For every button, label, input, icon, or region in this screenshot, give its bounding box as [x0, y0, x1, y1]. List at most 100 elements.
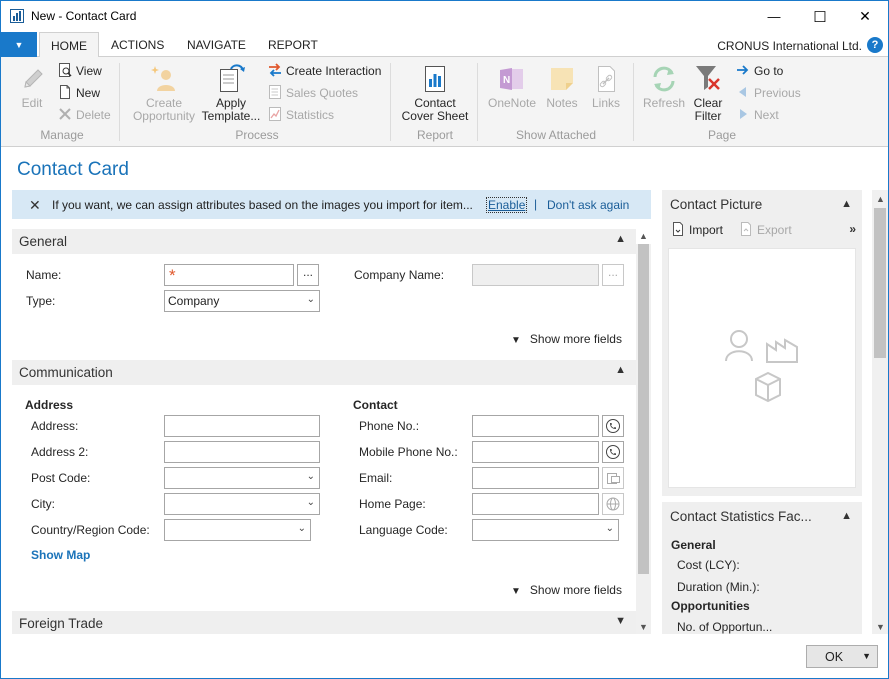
edit-button[interactable]: Edit [11, 63, 53, 110]
ellipsis-icon: ... [302, 265, 313, 279]
tab-navigate[interactable]: NAVIGATE [176, 32, 257, 57]
language-code-select[interactable]: ⌄ [472, 519, 619, 541]
scroll-down-icon[interactable]: ▼ [876, 622, 885, 632]
maximize-button[interactable]: ☐ [797, 1, 843, 32]
next-button[interactable]: Next [735, 106, 779, 124]
onenote-label: OneNote [487, 96, 537, 110]
minimize-button[interactable]: — [751, 1, 797, 32]
globe-icon [606, 497, 620, 511]
tab-actions[interactable]: ACTIONS [100, 32, 175, 57]
show-map-link[interactable]: Show Map [31, 548, 90, 562]
home-page-field[interactable] [472, 493, 599, 515]
contact-cover-sheet-button[interactable]: Contact Cover Sheet [399, 63, 471, 123]
section-header-communication[interactable]: Communication ▲ [12, 360, 636, 385]
delete-label: Delete [76, 108, 111, 122]
refresh-button[interactable]: Refresh [641, 63, 687, 110]
communication-show-more-fields[interactable]: ▼ Show more fields [511, 583, 622, 597]
application-window: New - Contact Card — ☐ ✕ ▼ HOME ACTIONS … [0, 0, 889, 679]
ribbon-divider [477, 63, 478, 141]
email-field[interactable] [472, 467, 599, 489]
dont-ask-again-link[interactable]: Don't ask again [547, 198, 629, 212]
clear-filter-button[interactable]: Clear Filter [689, 63, 727, 123]
help-icon[interactable]: ? [867, 37, 883, 53]
phone-icon [606, 419, 620, 433]
city-select[interactable]: ⌄ [164, 493, 320, 515]
onenote-button[interactable]: N OneNote [485, 63, 539, 110]
main-scrollbar-thumb[interactable] [638, 244, 649, 574]
section-header-general[interactable]: General ▲ [12, 229, 636, 254]
scroll-down-icon[interactable]: ▼ [639, 622, 648, 632]
phone-icon [606, 445, 620, 459]
previous-button[interactable]: Previous [735, 84, 801, 102]
ribbon-divider [390, 63, 391, 141]
company-name-label: Company Name: [354, 268, 445, 282]
name-field[interactable]: * [164, 264, 294, 286]
section-header-foreign-trade[interactable]: Foreign Trade ▼ [12, 611, 636, 634]
company-name-lookup-button[interactable]: ... [602, 264, 624, 286]
scroll-up-icon[interactable]: ▲ [639, 231, 648, 241]
general-show-more-fields[interactable]: ▼ Show more fields [511, 332, 622, 346]
main-content: ✕ If you want, we can assign attributes … [12, 190, 651, 634]
close-icon: ✕ [859, 8, 871, 24]
contact-statistics-factbox: Contact Statistics Fac... ▲ General Cost… [662, 502, 862, 634]
address-2-field[interactable] [164, 441, 320, 463]
apply-template-button[interactable]: Apply Template... [201, 63, 261, 123]
factbox-title: Contact Statistics Fac... [670, 509, 812, 524]
sales-quotes-button[interactable]: Sales Quotes [267, 84, 358, 102]
chevron-down-icon: ⌄ [306, 471, 315, 482]
close-window-button[interactable]: ✕ [842, 1, 888, 32]
apply-template-label: Apply Template... [201, 96, 261, 123]
name-lookup-button[interactable]: ... [297, 264, 319, 286]
tab-report[interactable]: REPORT [257, 32, 329, 57]
create-interaction-button[interactable]: Create Interaction [267, 62, 381, 80]
dropdown-arrow-icon[interactable]: ▼ [862, 651, 871, 661]
factbox-scrollbar[interactable]: ▲ ▼ [872, 190, 888, 634]
go-to-button[interactable]: Go to [735, 62, 783, 80]
chevron-up-icon[interactable]: ▲ [841, 198, 852, 210]
new-button[interactable]: New [57, 84, 100, 102]
main-scrollbar[interactable]: ▲ ▼ [636, 231, 651, 634]
mobile-phone-no-field[interactable] [472, 441, 599, 463]
notes-button[interactable]: Notes [541, 63, 583, 110]
chevron-up-icon[interactable]: ▲ [841, 510, 852, 522]
country-region-code-select[interactable]: ⌄ [164, 519, 311, 541]
address-field[interactable] [164, 415, 320, 437]
create-opportunity-button[interactable]: Create Opportunity [128, 63, 200, 123]
export-picture-button[interactable]: Export [738, 221, 792, 239]
section-title: Foreign Trade [19, 616, 104, 631]
export-icon [741, 222, 751, 236]
statistics-button[interactable]: Statistics [267, 106, 334, 124]
delete-button[interactable]: Delete [57, 106, 111, 124]
links-button[interactable]: Links [587, 63, 625, 110]
factbox-scrollbar-thumb[interactable] [874, 208, 886, 358]
ok-button[interactable]: OK ▼ [806, 645, 878, 668]
contact-heading: Contact [353, 398, 398, 412]
cost-lcy-label: Cost (LCY): [677, 558, 740, 572]
application-menu-button[interactable]: ▼ [1, 32, 37, 57]
company-name-field[interactable] [472, 264, 599, 286]
edit-label: Edit [21, 96, 43, 110]
import-icon [673, 222, 683, 236]
phone-no-field[interactable] [472, 415, 599, 437]
call-mobile-button[interactable] [602, 441, 624, 463]
scroll-up-icon[interactable]: ▲ [876, 194, 885, 204]
send-email-button[interactable] [602, 467, 624, 489]
city-label: City: [31, 497, 55, 511]
import-picture-button[interactable]: Import [670, 221, 723, 239]
post-code-select[interactable]: ⌄ [164, 467, 320, 489]
more-actions-icon[interactable]: » [849, 222, 856, 236]
chevron-down-icon: ⌄ [605, 523, 614, 534]
interaction-arrows-icon [269, 63, 281, 77]
arrow-right-icon [737, 65, 749, 75]
tab-home[interactable]: HOME [39, 32, 99, 58]
type-select[interactable]: Company ⌄ [164, 290, 320, 312]
open-home-page-button[interactable] [602, 493, 624, 515]
enable-link[interactable]: Enable [486, 197, 528, 213]
duration-label: Duration (Min.): [677, 580, 760, 594]
chevron-up-icon: ▲ [615, 364, 626, 376]
phone-no-label: Phone No.: [359, 419, 420, 433]
call-phone-button[interactable] [602, 415, 624, 437]
view-button[interactable]: View [57, 62, 102, 80]
close-icon[interactable]: ✕ [29, 197, 41, 214]
window-title: New - Contact Card [31, 9, 137, 23]
